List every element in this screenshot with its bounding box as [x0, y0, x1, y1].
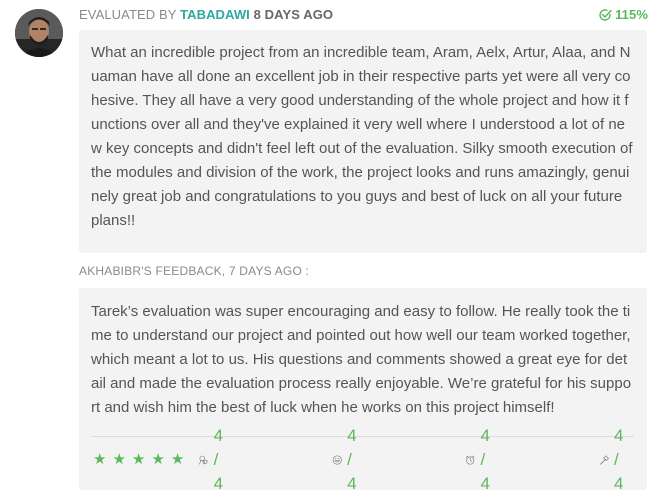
rating-interest: 4 / 4 — [332, 424, 367, 496]
evaluation-comment-text: What an incredible project from an incre… — [91, 44, 633, 229]
star-icon: ★ — [112, 451, 126, 468]
rating-punctuality: 4 / 4 — [465, 424, 500, 496]
hammer-icon — [599, 455, 609, 465]
evaluated-by-label: EVALUATED BY — [79, 7, 177, 22]
star-rating: ★ ★ ★ ★ ★ — [93, 448, 198, 472]
smiley-icon — [332, 455, 342, 465]
avatar[interactable] — [15, 9, 63, 57]
avatar-photo — [15, 9, 63, 57]
evaluation-time: 8 DAYS AGO — [253, 7, 334, 22]
rating-nice: 4 / 4 — [198, 424, 233, 496]
grade-badge: 115% — [598, 7, 648, 22]
nice-icon — [199, 455, 208, 465]
evaluation-comment: What an incredible project from an incre… — [79, 30, 647, 253]
star-icon: ★ — [170, 451, 185, 468]
evaluation-card: EVALUATED BY TABADAWI 8 DAYS AGO 115% Wh… — [0, 0, 656, 498]
evaluator-login-link[interactable]: TABADAWI — [180, 7, 250, 22]
feedback-header: AKHABIBR'S FEEDBACK, 7 DAYS AGO : — [79, 264, 310, 278]
grade-value: 115% — [615, 7, 648, 22]
star-icon: ★ — [93, 451, 107, 468]
feedback-text: Tarek’s evaluation was super encouraging… — [91, 303, 632, 416]
check-circle-icon — [599, 8, 612, 21]
feedback-box: Tarek’s evaluation was super encouraging… — [79, 288, 647, 493]
rating-rigor-value: 4 / 4 — [614, 426, 625, 493]
star-icon: ★ — [151, 451, 165, 468]
alarm-clock-icon — [466, 455, 475, 465]
star-icon: ★ — [131, 451, 146, 468]
rating-interest-value: 4 / 4 — [347, 426, 358, 493]
evaluation-header: EVALUATED BY TABADAWI 8 DAYS AGO 115% — [79, 7, 648, 25]
feedback-ratings: ★ ★ ★ ★ ★ 4 / 4 4 / 4 4 / 4 4 / 4 — [93, 426, 634, 493]
rating-nice-value: 4 / 4 — [213, 426, 225, 493]
rating-rigor: 4 / 4 — [599, 424, 634, 496]
rating-punctuality-value: 4 / 4 — [480, 426, 492, 493]
